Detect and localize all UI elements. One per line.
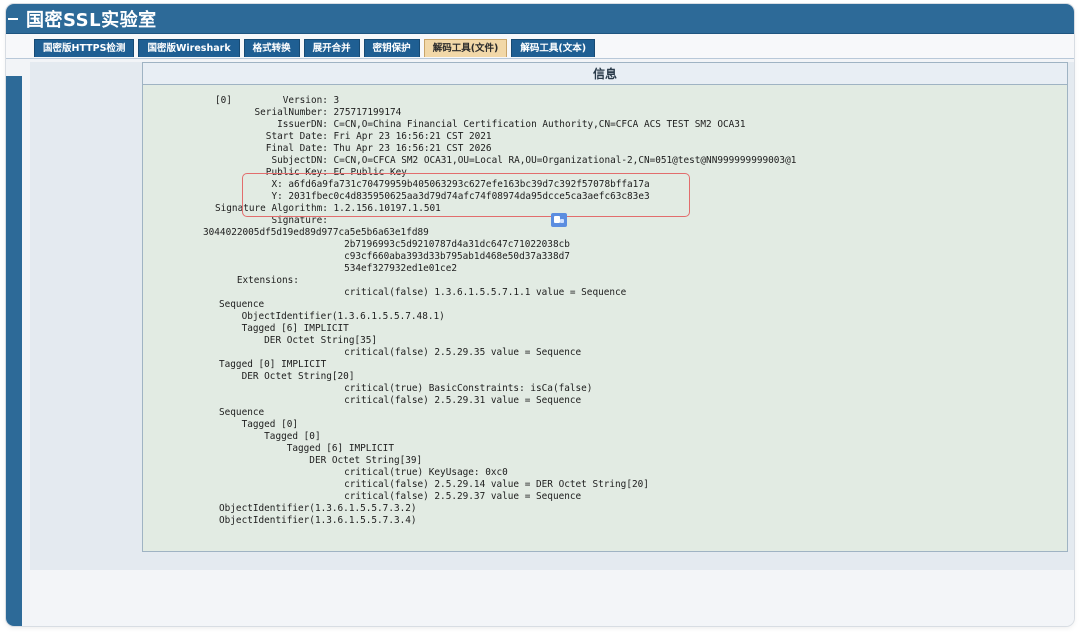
- output-line: Tagged [0] IMPLICIT: [219, 359, 327, 370]
- tabs: 国密版HTTPS检测 国密版Wireshark 格式转换 展开合并 密钥保护 解…: [34, 39, 596, 57]
- menu-dash-icon: [8, 18, 18, 20]
- output-line: [0] Version: 3: [215, 95, 340, 106]
- output-line: 3044022005df5d19ed89d977ca5e5b6a63e1fd89: [203, 227, 429, 238]
- output-line: Tagged [0]: [219, 419, 299, 430]
- output-line: Start Date: Fri Apr 23 16:56:21 CST 2021: [215, 131, 492, 142]
- output-line: critical(false) 2.5.29.14 value = DER Oc…: [203, 479, 649, 490]
- output-line: critical(false) 1.3.6.1.5.5.7.1.1 value …: [203, 287, 627, 298]
- output-line: Tagged [6] IMPLICIT: [219, 323, 349, 334]
- output-line: Sequence: [219, 407, 265, 418]
- output-line: critical(false) 2.5.29.31 value = Sequen…: [203, 395, 582, 406]
- output-line: IssuerDN: C=CN,O=China Financial Certifi…: [215, 119, 746, 130]
- output-line: ObjectIdentifier(1.3.6.1.5.5.7.3.4): [219, 515, 417, 526]
- tab-https-check[interactable]: 国密版HTTPS检测: [34, 39, 135, 57]
- panel-body: [0] Version: 3 SerialNumber: 27571719917…: [143, 85, 1067, 551]
- output-line: Sequence: [219, 299, 265, 310]
- output-line: Final Date: Thu Apr 23 16:56:21 CST 2026: [215, 143, 492, 154]
- tab-key-protect[interactable]: 密钥保护: [363, 39, 420, 57]
- output-line: critical(true) KeyUsage: 0xc0: [203, 467, 508, 478]
- info-panel: 信息 [0] Version: 3 SerialNumber: 27571719…: [142, 62, 1068, 552]
- tab-format-convert[interactable]: 格式转换: [243, 39, 300, 57]
- app-title: 国密SSL实验室: [26, 10, 157, 31]
- title-bar: 国密SSL实验室: [6, 4, 1074, 34]
- output-line: Tagged [6] IMPLICIT: [219, 443, 394, 454]
- output-line: SerialNumber: 275717199174: [215, 107, 402, 118]
- tab-bar: 国密版HTTPS检测 国密版Wireshark 格式转换 展开合并 密钥保护 解…: [6, 34, 1074, 59]
- output-line: Extensions:: [203, 275, 299, 286]
- output-line: SubjectDN: C=CN,O=CFCA SM2 OCA31,OU=Loca…: [215, 155, 797, 166]
- output-line: ObjectIdentifier(1.3.6.1.5.5.7.3.2): [219, 503, 417, 514]
- output-line: critical(false) 2.5.29.35 value = Sequen…: [203, 347, 582, 358]
- tab-wireshark[interactable]: 国密版Wireshark: [138, 39, 240, 57]
- tab-decode-text[interactable]: 解码工具(文本): [511, 39, 596, 57]
- public-key-highlight: [242, 173, 690, 217]
- output-line: c93cf660aba393d33b795ab1d468e50d37a338d7: [203, 251, 570, 262]
- output-line: ObjectIdentifier(1.3.6.1.5.5.7.48.1): [219, 311, 445, 322]
- tab-decode-file[interactable]: 解码工具(文件): [423, 39, 508, 57]
- tab-expand-merge[interactable]: 展开合并: [303, 39, 360, 57]
- translate-icon[interactable]: [551, 213, 567, 227]
- panel-header: 信息: [143, 63, 1067, 85]
- output-line: DER Octet String[35]: [219, 335, 378, 346]
- output-line: 534ef327932ed1e01ce2: [203, 263, 457, 274]
- left-sidebar: [6, 76, 22, 626]
- output-line: critical(false) 2.5.29.37 value = Sequen…: [203, 491, 582, 502]
- output-line: Tagged [0]: [219, 431, 321, 442]
- bottom-area: [30, 570, 1074, 626]
- output-line: 2b7196993c5d9210787d4a31dc647c71022038cb: [203, 239, 570, 250]
- output-line: DER Octet String[39]: [219, 455, 423, 466]
- output-line: critical(true) BasicConstraints: isCa(fa…: [203, 383, 593, 394]
- output-line: DER Octet String[20]: [219, 371, 355, 382]
